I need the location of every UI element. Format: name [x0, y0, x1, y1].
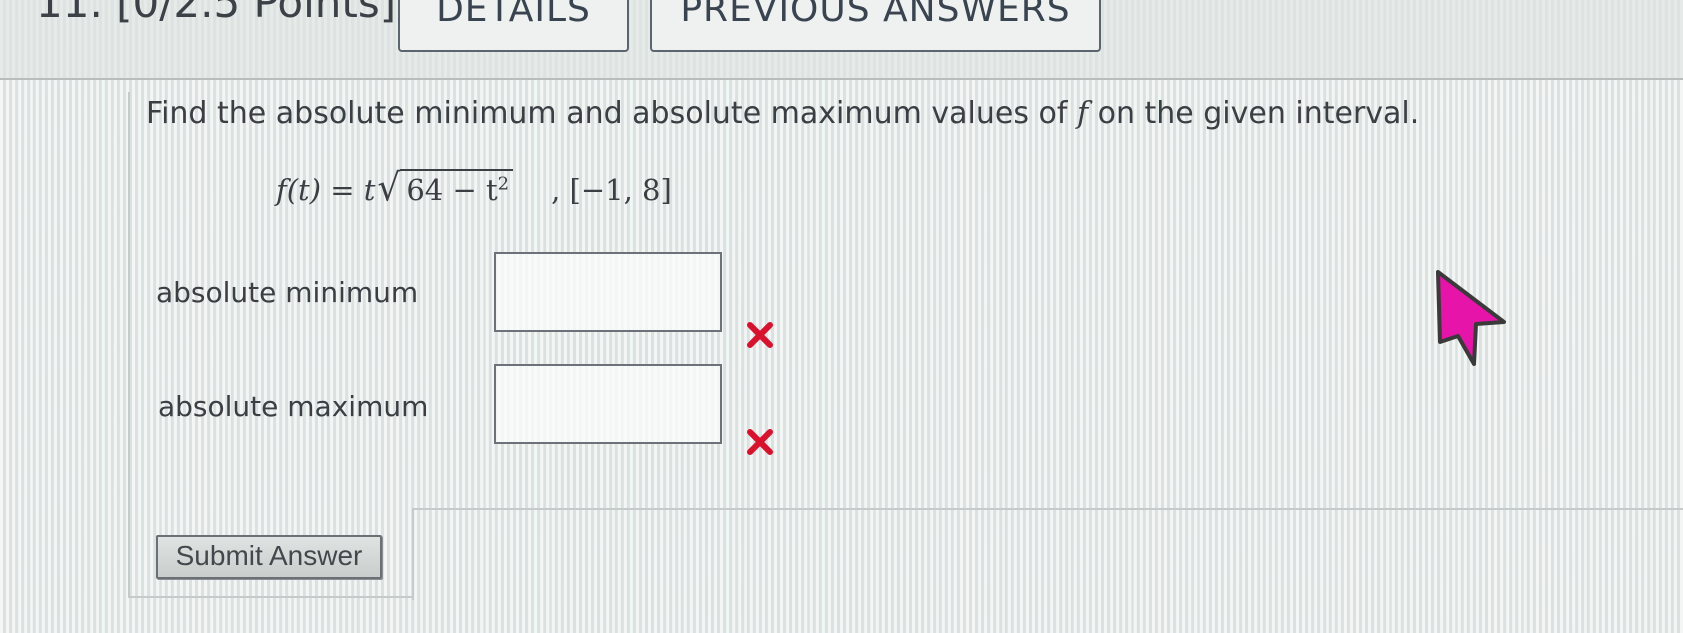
absolute-minimum-input[interactable] [494, 252, 722, 332]
question-prompt: Find the absolute minimum and absolute m… [146, 96, 1419, 131]
function-formula: f(t) = t √ 64 − t2 , [−1, 8] [276, 166, 672, 211]
interval: , [−1, 8] [551, 173, 672, 207]
submit-area-divider [128, 596, 414, 598]
radicand-text: 64 − t [406, 173, 498, 207]
incorrect-x-icon [747, 429, 773, 455]
absolute-maximum-label: absolute maximum [158, 390, 429, 423]
absolute-maximum-input[interactable] [494, 364, 722, 444]
prompt-text-after: on the given interval. [1088, 96, 1420, 131]
details-button[interactable]: DETAILS [398, 0, 629, 52]
formula-lhs: f(t) = t [276, 173, 376, 207]
question-header: 11. [0/2.5 Points] DETAILS PREVIOUS ANSW… [0, 0, 1683, 80]
radicand: 64 − t2 [400, 169, 514, 207]
square-root: √ 64 − t2 [377, 166, 514, 211]
submit-area [412, 508, 1683, 600]
previous-answers-button[interactable]: PREVIOUS ANSWERS [650, 0, 1101, 52]
points-label: 11. [0/2.5 Points] [36, 0, 397, 27]
absolute-minimum-label: absolute minimum [156, 276, 419, 309]
prompt-function-var: f [1076, 96, 1089, 131]
radical-sign-icon: √ [377, 166, 401, 211]
prompt-text-before: Find the absolute minimum and absolute m… [146, 96, 1077, 131]
radicand-exponent: 2 [497, 173, 510, 195]
submit-answer-button[interactable]: Submit Answer [156, 535, 382, 579]
mouse-cursor-icon [1436, 270, 1506, 366]
incorrect-x-icon [747, 322, 773, 348]
